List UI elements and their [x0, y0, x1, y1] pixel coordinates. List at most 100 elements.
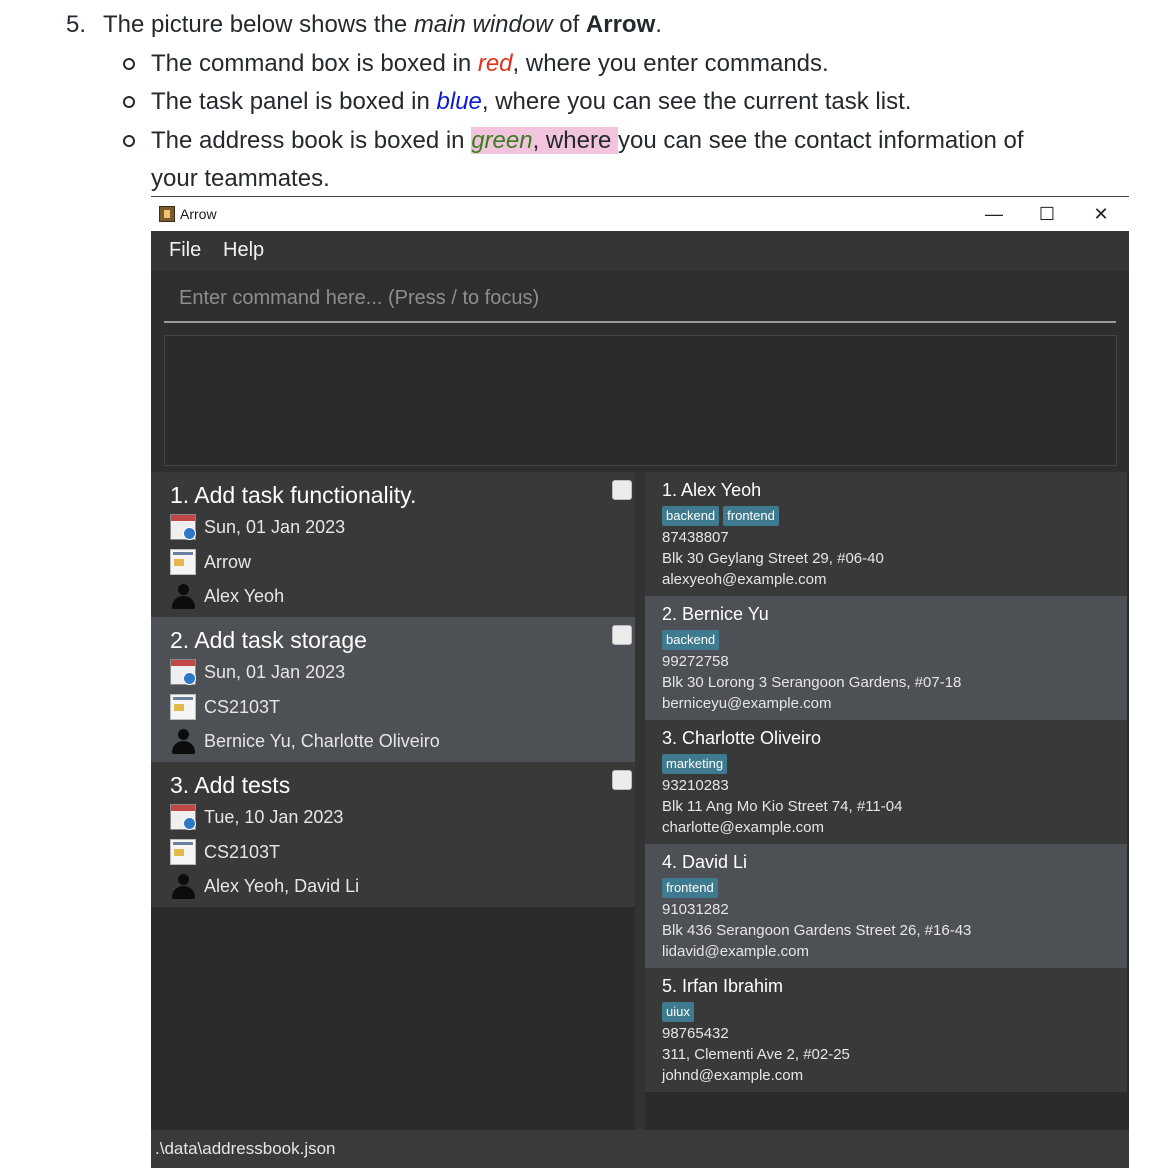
task-date: Sun, 01 Jan 2023 — [204, 662, 346, 682]
person-card[interactable]: 4. David Li frontend 91031282 Blk 436 Se… — [645, 844, 1127, 968]
person-email: alexyeoh@example.com — [662, 571, 827, 588]
address-book-panel[interactable]: 1. Alex Yeoh backend frontend 87438807 Bl… — [645, 472, 1129, 1130]
command-placeholder: Enter command here... (Press / to focus) — [179, 287, 540, 309]
person-tag: backend — [662, 506, 720, 526]
person-email: johnd@example.com — [662, 1067, 804, 1084]
intro-line: The picture below shows the main window … — [103, 9, 662, 41]
person-name: 1. Alex Yeoh — [662, 480, 762, 500]
calendar-icon — [170, 804, 196, 830]
minimize-icon[interactable]: — — [974, 201, 1014, 227]
maximize-icon[interactable]: ☐ — [1027, 201, 1067, 227]
person-phone: 98765432 — [662, 1025, 729, 1042]
calendar-icon — [170, 659, 196, 685]
panel-divider[interactable] — [635, 472, 645, 1130]
person-icon — [170, 728, 196, 754]
main-panels: 1. Add task functionality. Sun, 01 Jan 2… — [151, 472, 1129, 1130]
person-card[interactable]: 1. Alex Yeoh backend frontend 87438807 Bl… — [645, 472, 1127, 596]
person-name: 3. Charlotte Oliveiro — [662, 728, 822, 748]
blue-word: blue — [436, 88, 482, 115]
intro-text: The picture below shows the — [103, 11, 414, 38]
task-assignees: Alex Yeoh — [204, 586, 285, 606]
window-title: Arrow — [180, 206, 217, 222]
person-name: 2. Bernice Yu — [662, 604, 769, 624]
bullet-text: The task panel is boxed in — [151, 88, 437, 115]
person-tag: backend — [662, 630, 720, 650]
green-word: green — [471, 127, 533, 154]
app-icon — [159, 206, 175, 222]
person-tags: marketing — [662, 754, 731, 774]
person-name: 4. David Li — [662, 852, 748, 872]
person-address: 311, Clementi Ave 2, #02-25 — [662, 1046, 850, 1063]
bullet-text: The address book is boxed in — [151, 127, 472, 154]
title-bar[interactable]: Arrow — ☐ ✕ — [151, 198, 1129, 231]
task-project: CS2103T — [204, 697, 281, 717]
person-tags: frontend — [662, 878, 722, 898]
person-phone: 87438807 — [662, 529, 729, 546]
person-address: Blk 30 Lorong 3 Serangoon Gardens, #07-1… — [662, 674, 962, 691]
task-done-checkbox[interactable] — [612, 770, 632, 790]
project-icon — [170, 549, 196, 575]
project-icon — [170, 839, 196, 865]
menu-help[interactable]: Help — [223, 239, 264, 262]
result-display[interactable] — [164, 335, 1117, 466]
task-panel[interactable]: 1. Add task functionality. Sun, 01 Jan 2… — [151, 472, 635, 1130]
bullet-continuation: your teammates. — [151, 165, 330, 192]
bullet-dot — [123, 58, 135, 70]
task-date: Tue, 10 Jan 2023 — [204, 807, 344, 827]
person-tag: frontend — [662, 878, 718, 898]
task-date: Sun, 01 Jan 2023 — [204, 517, 346, 537]
person-tags: uiux — [662, 1002, 698, 1022]
person-address: Blk 436 Serangoon Gardens Street 26, #16… — [662, 922, 972, 939]
menu-file[interactable]: File — [169, 239, 201, 262]
intro-italic: main window — [413, 11, 553, 38]
person-email: charlotte@example.com — [662, 819, 824, 836]
person-name: 5. Irfan Ibrahim — [662, 976, 784, 996]
person-icon — [170, 583, 196, 609]
person-tag: marketing — [662, 754, 728, 774]
task-card[interactable]: 1. Add task functionality. Sun, 01 Jan 2… — [151, 472, 635, 617]
task-project: Arrow — [204, 552, 252, 572]
step-number: 5. — [66, 11, 87, 38]
status-bar: .\data\addressbook.json — [151, 1130, 1129, 1168]
person-email: berniceyu@example.com — [662, 695, 832, 712]
intro-mid: of — [552, 11, 586, 38]
bullet-dot — [123, 96, 135, 108]
person-card[interactable]: 2. Bernice Yu backend 99272758 Blk 30 Lo… — [645, 596, 1127, 720]
bullet-dot — [123, 135, 135, 147]
task-title: 3. Add tests — [170, 772, 291, 798]
bullet-text: , where you can see the current task lis… — [481, 88, 912, 115]
person-phone: 99272758 — [662, 653, 729, 670]
task-title: 1. Add task functionality. — [170, 482, 417, 508]
person-icon — [170, 873, 196, 899]
intro-end: . — [655, 11, 662, 38]
task-done-checkbox[interactable] — [612, 625, 632, 645]
doc-divider — [151, 196, 1129, 197]
person-tag: uiux — [662, 1002, 694, 1022]
data-file-path: .\data\addressbook.json — [155, 1139, 336, 1158]
task-title: 2. Add task storage — [170, 627, 367, 653]
bullet-text: , where you enter commands. — [512, 50, 829, 77]
highlighted-text: green, where — [471, 127, 618, 154]
command-input[interactable]: Enter command here... (Press / to focus) — [164, 275, 1116, 323]
person-card[interactable]: 5. Irfan Ibrahim uiux 98765432 311, Clem… — [645, 968, 1127, 1092]
person-email: lidavid@example.com — [662, 943, 809, 960]
bullet-address-book: The address book is boxed in green, wher… — [151, 125, 1024, 157]
person-phone: 93210283 — [662, 777, 729, 794]
calendar-icon — [170, 514, 196, 540]
person-tag: frontend — [723, 506, 779, 526]
command-box: Enter command here... (Press / to focus) — [151, 271, 1129, 328]
project-icon — [170, 694, 196, 720]
task-assignees: Alex Yeoh, David Li — [204, 876, 360, 896]
close-icon[interactable]: ✕ — [1081, 201, 1121, 227]
task-card[interactable]: 2. Add task storage Sun, 01 Jan 2023 CS2… — [151, 617, 635, 762]
bullet-command-box: The command box is boxed in red, where y… — [151, 48, 829, 80]
person-tags: backend frontend — [662, 506, 783, 526]
bullet-task-panel: The task panel is boxed in blue, where y… — [151, 86, 911, 118]
task-assignees: Bernice Yu, Charlotte Oliveiro — [204, 731, 440, 751]
person-card[interactable]: 3. Charlotte Oliveiro marketing 93210283… — [645, 720, 1127, 844]
person-address: Blk 30 Geylang Street 29, #06-40 — [662, 550, 884, 567]
task-done-checkbox[interactable] — [612, 480, 632, 500]
task-card[interactable]: 3. Add tests Tue, 10 Jan 2023 CS2103T Al… — [151, 762, 635, 907]
task-project: CS2103T — [204, 842, 281, 862]
person-tags: backend — [662, 630, 723, 650]
